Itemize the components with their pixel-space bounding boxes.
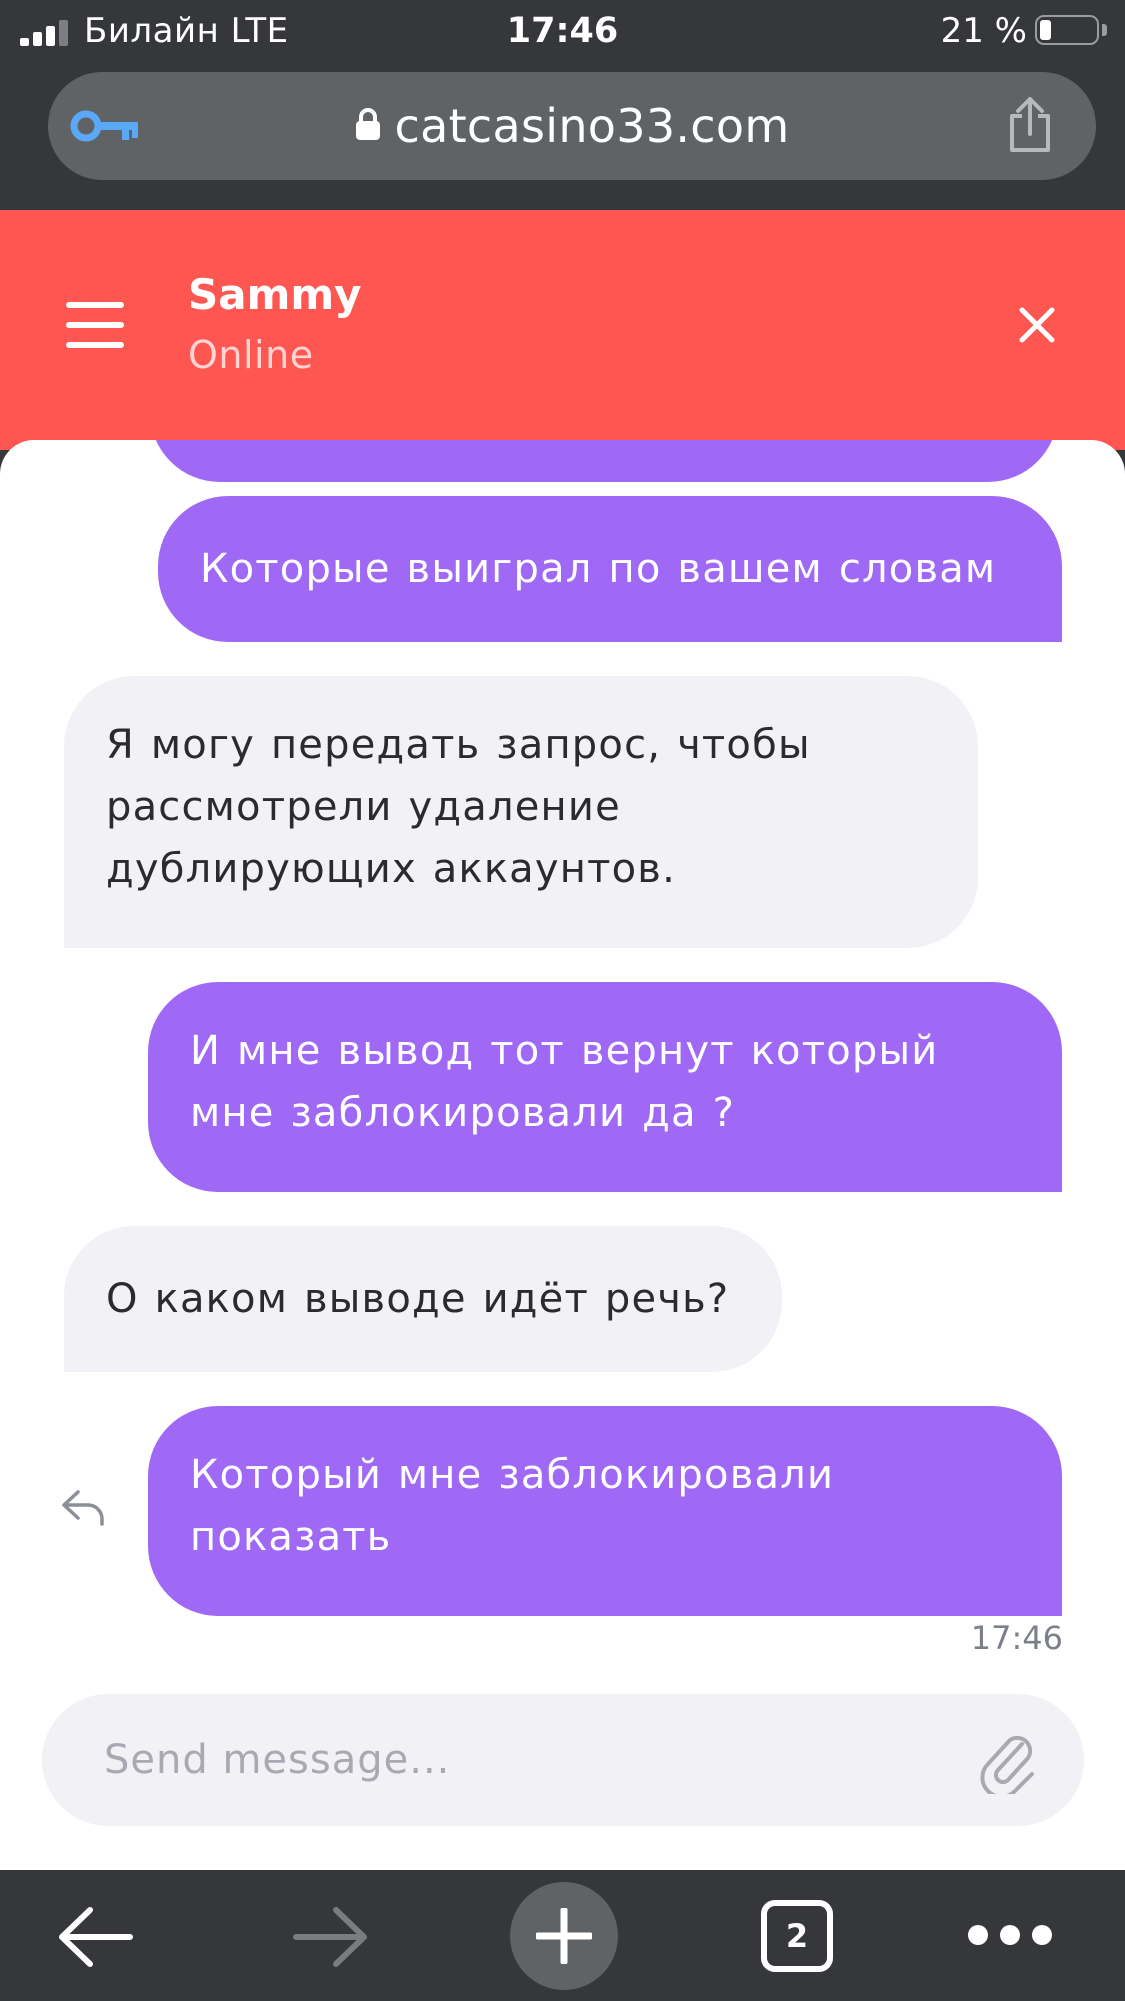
menu-icon[interactable] (66, 302, 124, 348)
paperclip-icon[interactable] (976, 1724, 1036, 1794)
message-bubble-outgoing (150, 440, 1058, 482)
back-arrow-icon[interactable] (56, 1902, 136, 1972)
address-bar[interactable]: catcasino33.com (48, 72, 1096, 180)
url-text[interactable]: catcasino33.com (395, 99, 790, 153)
battery-percent: 21 % (940, 11, 1027, 51)
agent-status: Online (188, 333, 314, 377)
share-icon[interactable] (1006, 96, 1054, 154)
message-bubble-outgoing: И мне вывод тот вернут который мне забло… (148, 982, 1062, 1192)
chat-header: Sammy Online (0, 210, 1125, 450)
lock-icon (355, 108, 380, 140)
message-composer (42, 1694, 1084, 1826)
message-bubble-incoming: Я могу передать запрос, чтобы рассмотрел… (64, 676, 978, 948)
message-bubble-outgoing: Которые выиграл по вашем словам (158, 496, 1062, 642)
battery-cap (1102, 24, 1107, 36)
plus-icon (536, 1908, 592, 1964)
agent-name: Sammy (188, 270, 362, 319)
message-timestamp: 17:46 (970, 1619, 1063, 1657)
status-bar: Билайн LTE 17:46 21 % (0, 0, 1125, 62)
message-bubble-outgoing: Который мне заблокировали показать (148, 1406, 1062, 1616)
new-tab-button[interactable] (510, 1882, 618, 1990)
close-icon[interactable] (1018, 306, 1056, 344)
reply-icon[interactable] (60, 1486, 106, 1526)
message-input[interactable] (104, 1694, 964, 1826)
browser-toolbar: 2 (0, 1870, 1125, 2001)
chat-messages[interactable]: Которые выиграл по вашем словам Я могу п… (0, 440, 1125, 1870)
forward-arrow-icon[interactable] (290, 1902, 370, 1972)
battery-icon (1035, 15, 1099, 45)
tabs-count-button[interactable]: 2 (761, 1900, 833, 1972)
message-bubble-incoming: О каком выводе идёт речь? (64, 1226, 782, 1372)
more-icon[interactable] (965, 1920, 1055, 1950)
